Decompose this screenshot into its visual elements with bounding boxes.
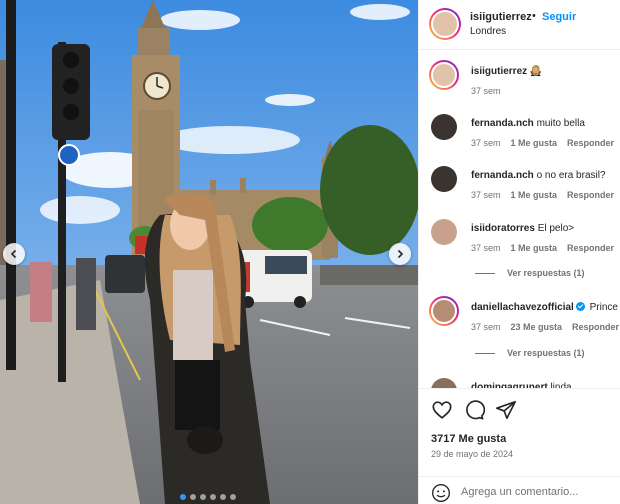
comment-time: 37 sem [471, 138, 501, 148]
emoji-button[interactable] [431, 483, 451, 503]
share-button[interactable] [495, 399, 517, 421]
commenter-avatar[interactable] [429, 296, 459, 326]
view-replies-button[interactable]: Ver respuestas (1) [475, 348, 585, 358]
comment-icon [466, 400, 486, 420]
carousel-dot [200, 494, 206, 500]
comment-meta: 37 sem 1 Me gusta Responder [471, 138, 620, 148]
post-side-panel: isiigutierrez • Seguir Londres isiigutie… [418, 0, 620, 504]
previous-photo-button[interactable] [3, 243, 25, 265]
comment-body: o no era brasil? [536, 170, 606, 181]
comment-body: 🧛🏼‍♀️ [529, 66, 543, 77]
chevron-right-icon [397, 249, 404, 259]
comments-list[interactable]: isiigutierrez 🧛🏼‍♀️ 37 sem fernanda.nch … [419, 50, 620, 388]
emoji-icon [432, 484, 450, 502]
comment-meta: 37 sem 1 Me gusta Responder [471, 243, 620, 253]
comment-likes[interactable]: 1 Me gusta [511, 190, 558, 200]
carousel-dot [210, 494, 216, 500]
commenter-avatar[interactable] [431, 114, 457, 140]
post-actions [419, 388, 620, 421]
share-icon [496, 400, 516, 420]
carousel-dot [230, 494, 236, 500]
post-photo [0, 0, 418, 504]
commenter-username[interactable]: daniellachavezofficial [471, 302, 574, 313]
commenter-username[interactable]: isiigutierrez [471, 66, 527, 77]
commenter-username[interactable]: fernanda.nch [471, 118, 534, 129]
carousel-dot [190, 494, 196, 500]
street-scene-image [0, 0, 418, 504]
comment-meta: 37 sem 23 Me gusta Responder [471, 322, 620, 332]
like-button[interactable] [431, 399, 453, 421]
header-separator: • [532, 10, 536, 22]
comment-meta: 37 sem [471, 86, 511, 96]
reply-button[interactable]: Responder [567, 190, 614, 200]
post-header: isiigutierrez • Seguir Londres [419, 0, 620, 50]
commenter-avatar[interactable] [431, 378, 457, 388]
add-comment-bar [419, 476, 620, 504]
author-avatar[interactable] [429, 8, 461, 40]
comment-body: muito bella [536, 118, 585, 129]
comment-text: daniellachavezofficial Prince [471, 302, 618, 313]
carousel-dot [220, 494, 226, 500]
comment-text: isiidoratorres El pelo> [471, 223, 574, 234]
heart-icon [432, 401, 452, 419]
commenter-username[interactable]: isiidoratorres [471, 223, 535, 234]
author-username[interactable]: isiigutierrez [470, 11, 532, 23]
carousel-indicator [180, 494, 236, 500]
commenter-username[interactable]: fernanda.nch [471, 170, 534, 181]
carousel-dot [180, 494, 186, 500]
comment-likes[interactable]: 23 Me gusta [511, 322, 563, 332]
comment-text: fernanda.nch muito bella [471, 118, 585, 129]
comment-time: 37 sem [471, 322, 501, 332]
verified-icon [575, 302, 585, 311]
post-location[interactable]: Londres [470, 26, 506, 37]
comment-input[interactable] [461, 481, 619, 503]
comment-body: Prince [589, 302, 618, 313]
comment-text: fernanda.nch o no era brasil? [471, 170, 606, 181]
view-replies-button[interactable]: Ver respuestas (1) [475, 268, 585, 278]
next-photo-button[interactable] [389, 243, 411, 265]
commenter-avatar[interactable] [429, 60, 459, 90]
comment-text: isiigutierrez 🧛🏼‍♀️ [471, 66, 542, 77]
comment-time: 37 sem [471, 190, 501, 200]
commenter-avatar[interactable] [431, 166, 457, 192]
comment-likes[interactable]: 1 Me gusta [511, 138, 558, 148]
comment-likes[interactable]: 1 Me gusta [511, 243, 558, 253]
commenter-avatar[interactable] [431, 219, 457, 245]
chevron-left-icon [10, 249, 17, 259]
reply-button[interactable]: Responder [572, 322, 619, 332]
comment-button[interactable] [463, 399, 486, 421]
reply-button[interactable]: Responder [567, 243, 614, 253]
post-date: 29 de mayo de 2024 [431, 449, 514, 459]
comment-meta: 37 sem 1 Me gusta Responder [471, 190, 620, 200]
comment-time: 37 sem [471, 86, 501, 96]
comment-body: El pelo> [537, 223, 575, 234]
follow-button[interactable]: Seguir [542, 11, 576, 23]
comment-time: 37 sem [471, 243, 501, 253]
reply-button[interactable]: Responder [567, 138, 614, 148]
likes-count[interactable]: 3717 Me gusta [431, 433, 506, 445]
